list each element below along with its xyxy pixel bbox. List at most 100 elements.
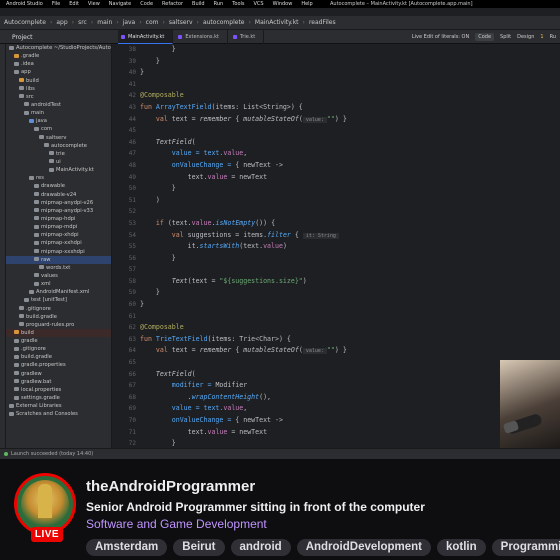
code-line[interactable] [140, 125, 540, 137]
stream-tag[interactable]: AndroidDevelopment [296, 539, 431, 556]
code-line[interactable]: } [140, 183, 540, 195]
editor-tab[interactable]: MainActivity.kt [118, 30, 174, 44]
tree-item[interactable]: .gitignore [6, 305, 111, 313]
menubar-item[interactable]: Navigate [109, 1, 131, 7]
warnings-count[interactable]: 1 [540, 34, 543, 40]
code-line[interactable]: @Composable [140, 322, 540, 334]
code-line[interactable]: text.value = newText [140, 427, 540, 439]
tree-item[interactable]: libs [6, 85, 111, 93]
breadcrumb-item[interactable]: com [146, 19, 159, 26]
menubar-item[interactable]: File [52, 1, 60, 7]
menubar-item[interactable]: Help [301, 1, 312, 7]
code-line[interactable]: } [140, 44, 540, 56]
code-line[interactable] [140, 206, 540, 218]
stream-category[interactable]: Software and Game Development [86, 517, 267, 531]
tree-item[interactable]: main [6, 109, 111, 117]
tree-item[interactable]: Scratches and Consoles [6, 410, 111, 418]
tree-item[interactable]: settings.gradle [6, 394, 111, 402]
code-line[interactable]: } [140, 56, 540, 68]
tree-item[interactable]: ui [6, 158, 111, 166]
menubar-item[interactable]: View [88, 1, 100, 7]
tree-item[interactable]: build [6, 77, 111, 85]
live-edit-toggle[interactable]: Live Edit of literals: ON [412, 34, 469, 40]
tree-item[interactable]: build [6, 328, 111, 338]
breadcrumb-item[interactable]: autocomplete [203, 19, 245, 26]
tree-item[interactable]: words.txt [6, 264, 111, 272]
tree-item[interactable]: drawable-v24 [6, 191, 111, 199]
tree-item[interactable]: raw [6, 255, 111, 264]
code-line[interactable]: .wrapContentHeight(), [140, 392, 540, 404]
tree-item[interactable]: AndroidManifest.xml [6, 288, 111, 296]
menubar-item[interactable]: Build [192, 1, 205, 7]
tree-item[interactable]: MainActivity.kt [6, 166, 111, 174]
tree-item[interactable]: proguard-rules.pro [6, 321, 111, 329]
code-line[interactable]: @Composable [140, 90, 540, 102]
tree-item[interactable]: gradle [6, 337, 111, 345]
code-line[interactable]: TextField( [140, 369, 540, 381]
code-view-button[interactable]: Code [475, 33, 495, 41]
tree-item[interactable]: build.gradle [6, 313, 111, 321]
code-line[interactable]: ) [140, 195, 540, 207]
split-view-button[interactable]: Split [500, 34, 511, 40]
tree-item[interactable]: mipmap-xhdpi [6, 231, 111, 239]
code-line[interactable]: val suggestions = items.filter { it: Str… [140, 230, 540, 242]
tree-item[interactable]: build.gradle [6, 353, 111, 361]
code-line[interactable]: value = text.value, [140, 403, 540, 415]
menubar-item[interactable]: Edit [69, 1, 79, 7]
code-line[interactable]: } [140, 253, 540, 265]
code-line[interactable] [140, 264, 540, 276]
stream-tag[interactable]: kotlin [436, 539, 486, 556]
tree-item[interactable]: mipmap-xxxhdpi [6, 248, 111, 256]
tree-item[interactable]: com [6, 125, 111, 133]
channel-name[interactable]: theAndroidProgrammer [86, 478, 255, 495]
code-line[interactable]: } [140, 287, 540, 299]
tree-item[interactable]: mipmap-hdpi [6, 215, 111, 223]
tree-item[interactable]: gradlew.bat [6, 378, 111, 386]
menubar-item[interactable]: Tools [232, 1, 244, 7]
tree-item[interactable]: Autocomplete ~/StudioProjects/Autocomple… [6, 44, 111, 52]
code-line[interactable]: text.value = newText [140, 172, 540, 184]
tree-item[interactable]: androidTest [6, 101, 111, 109]
tree-item[interactable]: test [unitTest] [6, 296, 111, 304]
tree-item[interactable]: mipmap-anydpi-v33 [6, 207, 111, 215]
tree-item[interactable]: mipmap-anydpi-v26 [6, 199, 111, 207]
breadcrumb-item[interactable]: saltserv [169, 19, 193, 26]
tree-item[interactable]: gradlew [6, 370, 111, 378]
code-editor[interactable]: } }} @Composable fun ArrayTextField(items:… [140, 44, 540, 459]
channel-avatar[interactable] [14, 473, 76, 535]
stream-tag[interactable]: Beirut [173, 539, 225, 556]
tree-item[interactable]: src [6, 93, 111, 101]
editor-tab[interactable]: Extensions.kt [175, 30, 228, 44]
code-line[interactable]: TextField( [140, 137, 540, 149]
breadcrumb-item[interactable]: java [123, 19, 136, 26]
code-line[interactable]: it.startsWith(text.value) [140, 241, 540, 253]
breadcrumb-item[interactable]: app [56, 19, 67, 26]
breadcrumb-item[interactable]: src [78, 19, 87, 26]
code-line[interactable] [140, 79, 540, 91]
stream-tag[interactable]: Programming [491, 539, 560, 556]
design-view-button[interactable]: Design [517, 34, 534, 40]
tree-item[interactable]: External Libraries [6, 402, 111, 410]
code-line[interactable] [140, 357, 540, 369]
tree-item[interactable]: trie [6, 150, 111, 158]
editor-tab[interactable]: Trie.kt [230, 30, 265, 44]
code-line[interactable]: if (text.value.isNotEmpty()) { [140, 218, 540, 230]
code-line[interactable]: val text = remember { mutableStateOf( va… [140, 114, 540, 126]
code-line[interactable]: modifier = Modifier [140, 380, 540, 392]
menubar-item[interactable]: Run [214, 1, 224, 7]
menubar-item[interactable]: Code [140, 1, 153, 7]
tree-item[interactable]: values [6, 272, 111, 280]
code-line[interactable]: value = text.value, [140, 148, 540, 160]
menubar-item[interactable]: Android Studio [6, 1, 43, 7]
breadcrumb-item[interactable]: Autocomplete [4, 19, 46, 26]
tree-item[interactable]: .gradle [6, 52, 111, 60]
tree-item[interactable]: saltserv [6, 134, 111, 142]
code-line[interactable]: onValueChange = { newText -> [140, 415, 540, 427]
tree-item[interactable]: mipmap-mdpi [6, 223, 111, 231]
code-line[interactable] [140, 311, 540, 323]
tree-item[interactable]: java [6, 117, 111, 125]
tree-item[interactable]: mipmap-xxhdpi [6, 239, 111, 247]
tree-item[interactable]: local.properties [6, 386, 111, 394]
code-line[interactable]: } [140, 67, 540, 79]
stream-tag[interactable]: Amsterdam [86, 539, 168, 556]
